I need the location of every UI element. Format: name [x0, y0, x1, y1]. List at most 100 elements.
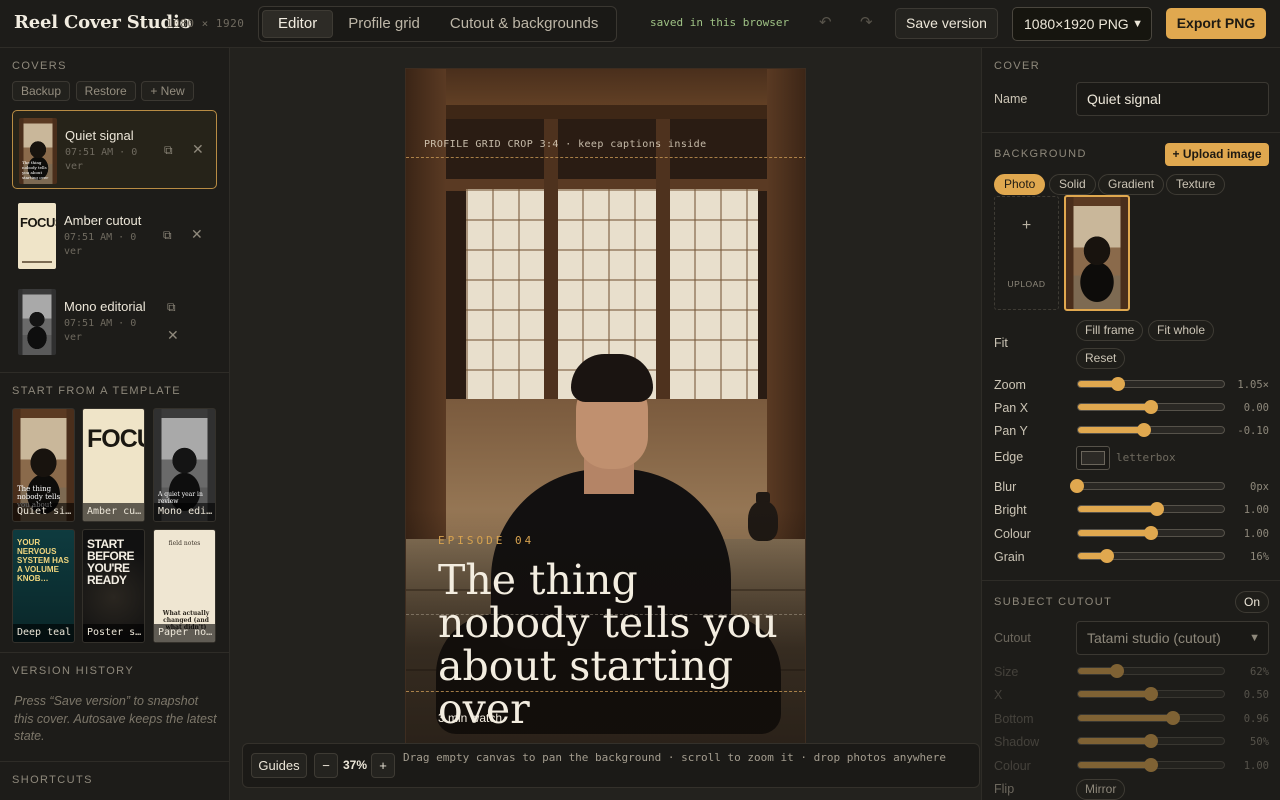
slider-track[interactable]: [1077, 714, 1225, 722]
chevron-down-icon: ▼: [1249, 632, 1260, 644]
slider-track[interactable]: [1077, 426, 1225, 434]
zoom-out-button[interactable]: −: [314, 753, 338, 778]
slider-label: Bottom: [994, 712, 1034, 726]
template-mono-editorial[interactable]: A quiet year in review Mono edi…: [153, 408, 216, 522]
save-version-button[interactable]: Save version: [895, 8, 998, 39]
cover-thumbnail: The thing nobody tells you about startin…: [19, 118, 57, 184]
background-section-title: Background: [994, 148, 1087, 160]
cutout-select[interactable]: Tatami studio (cutout) ▼: [1076, 621, 1269, 655]
redo-icon[interactable]: ↷: [860, 13, 873, 31]
slider-value: 1.05×: [1237, 379, 1269, 391]
background-photo-thumb[interactable]: [1064, 195, 1130, 311]
template-amber-cutout[interactable]: FOCUS Amber cu…: [82, 408, 145, 522]
slider-thumb[interactable]: [1144, 400, 1158, 414]
slider-thumb[interactable]: [1144, 526, 1158, 540]
duplicate-icon[interactable]: ⧉: [164, 143, 173, 158]
slider-fill: [1078, 427, 1144, 433]
bg-type-texture[interactable]: Texture: [1166, 174, 1226, 195]
template-paper-notes[interactable]: field notes What actually changed (and w…: [153, 529, 216, 643]
slider-value: 1.00: [1243, 504, 1269, 516]
fit-whole-button[interactable]: Fit whole: [1148, 320, 1215, 341]
cover-name: Mono editorial: [64, 299, 146, 314]
slider-thumb[interactable]: [1144, 758, 1158, 772]
export-png-button[interactable]: Export PNG: [1166, 8, 1266, 39]
mirror-button[interactable]: Mirror: [1076, 779, 1126, 800]
close-icon[interactable]: ✕: [192, 141, 204, 158]
slider-thumb[interactable]: [1149, 502, 1164, 516]
restore-button[interactable]: Restore: [75, 81, 136, 101]
slider-fill: [1078, 762, 1151, 768]
slider-thumb[interactable]: [1099, 549, 1114, 563]
flip-label: Flip: [994, 782, 1015, 796]
bg-type-photo[interactable]: Photo: [994, 174, 1046, 195]
close-icon[interactable]: ✕: [167, 327, 179, 344]
cover-headline[interactable]: The thing nobody tells you about startin…: [438, 559, 798, 731]
slider-label: Zoom: [994, 378, 1026, 392]
slider-label: Colour: [994, 527, 1031, 541]
tab-editor[interactable]: Editor: [262, 10, 334, 38]
slider-track[interactable]: [1077, 667, 1225, 675]
new-cover-button[interactable]: + New: [141, 81, 194, 101]
slider-thumb[interactable]: [1136, 423, 1151, 437]
slider-value: 16%: [1250, 551, 1269, 563]
template-poster[interactable]: START BEFORE YOU'RE READY Poster s…: [82, 529, 145, 643]
edge-color-swatch[interactable]: [1076, 446, 1110, 470]
slider-thumb[interactable]: [1111, 377, 1126, 391]
cover-name-input[interactable]: Quiet signal: [1076, 82, 1269, 116]
format-select-value: 1080×1920 PNG: [1024, 16, 1129, 32]
slider-label: Size: [994, 665, 1019, 679]
watch-label[interactable]: 3 min watch: [438, 711, 502, 725]
template-label: Deep teal: [13, 624, 74, 642]
tab-cutout-backgrounds[interactable]: Cutout & backgrounds: [435, 10, 613, 38]
zoom-level: 37%: [343, 758, 368, 772]
upload-tile-label: UPLOAD: [1007, 279, 1046, 289]
history-title: Version history: [12, 665, 135, 677]
episode-label[interactable]: EPISODE 04: [438, 534, 534, 547]
cover-meta: 07:51 AM · 0 ver: [65, 147, 138, 172]
reset-button[interactable]: Reset: [1076, 348, 1126, 369]
cover-name: Amber cutout: [64, 213, 142, 228]
upload-tile[interactable]: + UPLOAD: [994, 196, 1059, 310]
slider-thumb[interactable]: [1144, 734, 1158, 748]
slider-thumb[interactable]: [1109, 664, 1124, 678]
fill-frame-button[interactable]: Fill frame: [1076, 320, 1144, 341]
template-text: FOCUS: [87, 425, 144, 453]
slider-thumb[interactable]: [1166, 711, 1181, 725]
cutout-toggle[interactable]: On: [1235, 591, 1269, 613]
undo-icon[interactable]: ↶: [819, 13, 832, 31]
bg-type-solid[interactable]: Solid: [1049, 174, 1096, 195]
canvas-hint: Drag empty canvas to pan the background …: [403, 751, 947, 764]
left-sidebar: Covers Backup Restore + New The thing no…: [0, 48, 230, 800]
backup-button[interactable]: Backup: [12, 81, 71, 101]
cover-preview[interactable]: PROFILE GRID CROP 3:4 · keep captions in…: [405, 68, 806, 788]
cover-item-mono-editorial[interactable]: Mono editorial 07:51 AM · 0 ver ⧉ ✕: [12, 282, 217, 361]
covers-actions: Backup Restore + New: [12, 81, 194, 101]
guides-toggle[interactable]: Guides: [251, 753, 307, 778]
slider-fill: [1078, 404, 1151, 410]
format-select[interactable]: 1080×1920 PNG ▼: [1012, 7, 1152, 41]
template-text: YOUR NERVOUS SYSTEM HAS A VOLUME KNOB…: [17, 538, 70, 583]
slider-value: -0.10: [1237, 425, 1269, 437]
cutout-section-title: Subject cutout: [994, 596, 1113, 608]
cover-meta: 07:51 AM · 0 ver: [64, 232, 137, 257]
zoom-in-button[interactable]: +: [371, 753, 395, 778]
canvas-area[interactable]: PROFILE GRID CROP 3:4 · keep captions in…: [230, 48, 981, 800]
cutout-label: Cutout: [994, 631, 1031, 645]
slider-thumb[interactable]: [1070, 479, 1084, 493]
shortcuts-title[interactable]: Shortcuts: [12, 774, 93, 786]
cover-item-quiet-signal[interactable]: The thing nobody tells you about startin…: [12, 110, 217, 189]
duplicate-icon[interactable]: ⧉: [167, 300, 176, 315]
template-quiet-signal[interactable]: The thing nobody tells you about Quiet s…: [12, 408, 75, 522]
slider-value: 0.50: [1243, 689, 1269, 701]
upload-image-button[interactable]: + Upload image: [1165, 143, 1269, 166]
duplicate-icon[interactable]: ⧉: [163, 228, 172, 243]
template-deep-teal[interactable]: YOUR NERVOUS SYSTEM HAS A VOLUME KNOB… D…: [12, 529, 75, 643]
slider-label: Shadow: [994, 735, 1040, 749]
slider-track[interactable]: [1077, 380, 1225, 388]
close-icon[interactable]: ✕: [191, 226, 203, 243]
slider-thumb[interactable]: [1144, 687, 1158, 701]
slider-track[interactable]: [1077, 482, 1225, 490]
bg-type-gradient[interactable]: Gradient: [1098, 174, 1165, 195]
tab-profile-grid[interactable]: Profile grid: [333, 10, 435, 38]
cover-item-amber-cutout[interactable]: FOCUS Amber cutout 07:51 AM · 0 ver ⧉ ✕: [12, 196, 217, 275]
